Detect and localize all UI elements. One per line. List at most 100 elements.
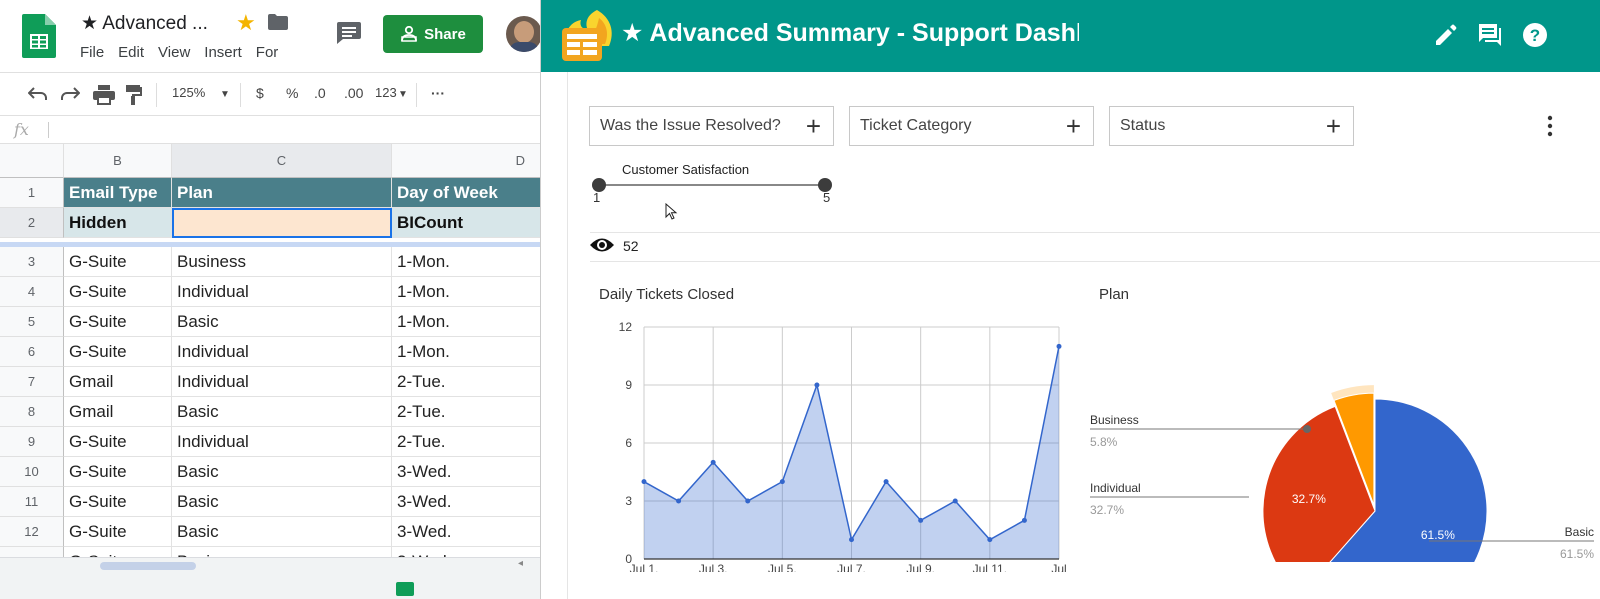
cell[interactable]: Individual xyxy=(172,367,392,397)
filter-issue-resolved[interactable]: Was the Issue Resolved? + xyxy=(589,106,834,146)
row-number[interactable]: 12 xyxy=(0,517,64,547)
people-icon xyxy=(401,26,418,42)
cell[interactable]: G-Suite xyxy=(64,517,172,547)
cell[interactable]: Gmail xyxy=(64,397,172,427)
data-point xyxy=(952,498,958,504)
column-header-c[interactable]: C xyxy=(172,144,392,178)
column-header-b[interactable]: B xyxy=(64,144,172,178)
cell[interactable]: Basic xyxy=(172,397,392,427)
cell[interactable]: G-Suite xyxy=(64,337,172,367)
row-number[interactable]: 6 xyxy=(0,337,64,367)
edit-pencil-icon[interactable] xyxy=(1433,22,1459,48)
row-number[interactable]: 4 xyxy=(0,277,64,307)
row-number[interactable]: 9 xyxy=(0,427,64,457)
row-number[interactable]: 8 xyxy=(0,397,64,427)
row-number[interactable]: 7 xyxy=(0,367,64,397)
menu-file[interactable]: File xyxy=(80,44,104,61)
table-row: 7 Gmail Individual 2-Tue. xyxy=(0,367,540,397)
cell[interactable]: Basic xyxy=(172,457,392,487)
add-icon[interactable]: + xyxy=(1326,113,1341,139)
filter-ticket-category[interactable]: Ticket Category + xyxy=(849,106,1094,146)
filter-status[interactable]: Status + xyxy=(1109,106,1354,146)
more-toolbar-button[interactable]: ··· xyxy=(431,85,445,101)
cell[interactable]: Basic xyxy=(172,307,392,337)
cell[interactable]: 3-Wed. xyxy=(392,487,540,517)
cell[interactable]: Business xyxy=(172,247,392,277)
cell[interactable]: Gmail xyxy=(64,367,172,397)
cell[interactable]: G-Suite xyxy=(64,457,172,487)
cell[interactable]: Basic xyxy=(172,517,392,547)
cell[interactable]: G-Suite xyxy=(64,487,172,517)
more-formats-button[interactable]: 123 xyxy=(375,85,397,100)
slice-percent-label: 32.7% xyxy=(1090,503,1124,517)
comment-icon[interactable] xyxy=(337,22,361,44)
folder-icon[interactable] xyxy=(268,14,288,30)
print-icon[interactable] xyxy=(93,85,115,105)
currency-format-button[interactable]: $ xyxy=(256,85,264,101)
satisfaction-slider-track[interactable] xyxy=(599,184,825,186)
column-header-d[interactable]: D xyxy=(392,144,540,178)
cell[interactable]: G-Suite xyxy=(64,277,172,307)
cell[interactable]: Hidden xyxy=(64,208,172,238)
add-icon[interactable]: + xyxy=(1066,113,1081,139)
help-icon[interactable]: ? xyxy=(1522,22,1548,48)
awesome-table-logo-icon[interactable] xyxy=(559,8,617,66)
cell[interactable]: BICount xyxy=(392,208,540,238)
cell[interactable]: 1-Mon. xyxy=(392,337,540,367)
selected-cell[interactable] xyxy=(172,208,392,238)
document-title[interactable]: ★ Advanced ... xyxy=(81,12,208,35)
undo-icon[interactable] xyxy=(28,86,48,102)
cell[interactable]: 1-Mon. xyxy=(392,247,540,277)
menu-view[interactable]: View xyxy=(158,44,190,61)
menu-edit[interactable]: Edit xyxy=(118,44,144,61)
table-row: 1 Email Type Plan Day of Week xyxy=(0,178,540,208)
slider-min-value: 1 xyxy=(593,190,601,205)
row-number[interactable]: 5 xyxy=(0,307,64,337)
cell[interactable]: Individual xyxy=(172,337,392,367)
more-options-icon[interactable] xyxy=(1546,114,1554,138)
cell[interactable]: 2-Tue. xyxy=(392,367,540,397)
slider-label: Customer Satisfaction xyxy=(622,162,750,177)
cell[interactable]: 3-Wed. xyxy=(392,517,540,547)
share-button[interactable]: Share xyxy=(383,15,483,53)
cell[interactable]: 2-Tue. xyxy=(392,397,540,427)
chevron-down-icon[interactable]: ▼ xyxy=(398,89,408,100)
increase-decimals-button[interactable]: .00 xyxy=(344,85,363,101)
row-number[interactable]: 3 xyxy=(0,247,64,277)
cell[interactable]: Individual xyxy=(172,277,392,307)
row-number[interactable]: 10 xyxy=(0,457,64,487)
percent-format-button[interactable]: % xyxy=(286,85,298,101)
cell[interactable]: Day of Week xyxy=(392,178,540,208)
cell[interactable]: Basic xyxy=(172,487,392,517)
sheet-tab-icon[interactable] xyxy=(396,582,414,596)
cell[interactable]: Email Type xyxy=(64,178,172,208)
zoom-select[interactable]: 125% xyxy=(172,85,205,100)
cell[interactable]: G-Suite xyxy=(64,247,172,277)
paint-format-icon[interactable] xyxy=(126,85,142,105)
add-icon[interactable]: + xyxy=(806,113,821,139)
star-icon[interactable]: ★ xyxy=(236,10,256,36)
decrease-decimals-button[interactable]: .0 xyxy=(314,85,326,101)
cell[interactable]: G-Suite xyxy=(64,427,172,457)
cell[interactable]: 1-Mon. xyxy=(392,277,540,307)
row-number[interactable]: 2 xyxy=(0,208,64,238)
cell[interactable]: Plan xyxy=(172,178,392,208)
redo-icon[interactable] xyxy=(60,86,80,102)
row-number[interactable]: 11 xyxy=(0,487,64,517)
select-all-corner[interactable] xyxy=(0,144,64,178)
cell[interactable]: Individual xyxy=(172,427,392,457)
formula-bar: fx xyxy=(0,116,540,144)
sheets-logo-icon[interactable] xyxy=(22,14,56,58)
avatar[interactable] xyxy=(506,16,540,52)
cell[interactable]: 1-Mon. xyxy=(392,307,540,337)
cell[interactable]: 2-Tue. xyxy=(392,427,540,457)
cell[interactable]: G-Suite xyxy=(64,307,172,337)
chevron-down-icon[interactable]: ▼ xyxy=(220,89,230,100)
horizontal-scrollbar[interactable] xyxy=(100,562,196,570)
scroll-left-icon[interactable]: ◂ xyxy=(518,558,523,569)
menu-insert[interactable]: Insert xyxy=(204,44,242,61)
cell[interactable]: 3-Wed. xyxy=(392,457,540,487)
feedback-chat-icon[interactable] xyxy=(1477,22,1503,48)
row-number[interactable]: 1 xyxy=(0,178,64,208)
menu-format[interactable]: For xyxy=(256,44,279,61)
